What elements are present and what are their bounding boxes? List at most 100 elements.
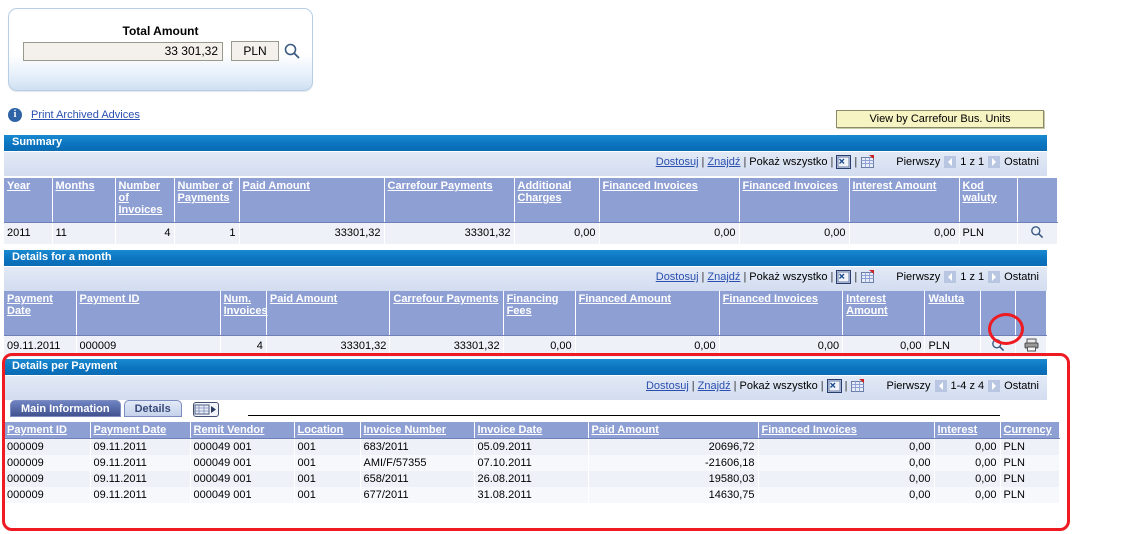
summary-col-kod-waluty[interactable]: Kod waluty — [959, 178, 1018, 223]
details-payment-tabs: Main Information Details — [10, 400, 219, 417]
details-payment-cell-paid-amount: 20696,72 — [588, 438, 759, 455]
details-month-col-waluta[interactable]: Waluta — [924, 291, 982, 336]
details-payment-cell-remit-vendor: 000049 001 — [190, 438, 295, 455]
details-payment-cell-location: 001 — [294, 487, 361, 503]
details-month-header-row: Payment Date Payment ID Num. Invoices Pa… — [4, 291, 1047, 336]
print-archived-advices-link[interactable]: Print Archived Advices — [31, 109, 140, 121]
details-payment-col-location[interactable]: Location — [294, 422, 361, 439]
details-payment-cell-currency: PLN — [1000, 438, 1060, 455]
details-payment-find-link[interactable]: Znajdź — [698, 380, 731, 392]
info-icon: i — [8, 108, 22, 122]
summary-section-header: Summary — [4, 135, 1047, 151]
next-arrow-icon[interactable] — [988, 156, 1001, 168]
details-payment-cell-invoice-number: 658/2011 — [360, 471, 475, 487]
table-row[interactable]: 000009 09.11.2011 000049 001 001 AMI/F/5… — [4, 455, 1060, 471]
summary-show-all-label[interactable]: Pokaż wszystko — [749, 156, 827, 168]
details-payment-cell-location: 001 — [294, 438, 361, 455]
details-payment-col-interest[interactable]: Interest — [934, 422, 1001, 439]
details-month-col-financed-amount[interactable]: Financed Amount — [575, 291, 720, 336]
summary-col-year[interactable]: Year — [4, 178, 53, 223]
download-spreadsheet-icon[interactable] — [860, 155, 875, 169]
details-month-find-link[interactable]: Znajdź — [707, 271, 740, 283]
total-amount-value[interactable]: 33 301,32 — [23, 41, 223, 61]
summary-find-link[interactable]: Znajdź — [707, 156, 740, 168]
next-arrow-icon[interactable] — [988, 380, 1001, 392]
view-by-carrefour-bus-units-button[interactable]: View by Carrefour Bus. Units — [836, 110, 1044, 128]
details-payment-customize-link[interactable]: Dostosuj — [646, 380, 689, 392]
details-payment-cell-currency: PLN — [1000, 471, 1060, 487]
details-payment-cell-invoice-date: 26.08.2011 — [474, 471, 589, 487]
export-to-excel-icon[interactable] — [826, 379, 842, 393]
details-month-col-payment-date[interactable]: Payment Date — [4, 291, 77, 336]
summary-customize-link[interactable]: Dostosuj — [656, 156, 699, 168]
details-payment-first-label[interactable]: Pierwszy — [886, 380, 930, 392]
summary-cell-months: 11 — [52, 222, 116, 244]
details-month-customize-link[interactable]: Dostosuj — [656, 271, 699, 283]
details-payment-col-invoice-number[interactable]: Invoice Number — [360, 422, 475, 439]
details-payment-cell-currency: PLN — [1000, 455, 1060, 471]
details-payment-toolbar: Dostosuj | Znajdź | Pokaż wszystko | | P… — [4, 376, 1047, 400]
summary-col-additional-charges[interactable]: Additional Charges — [514, 178, 600, 223]
details-month-col-detail — [980, 291, 1017, 336]
details-payment-col-financed-invoices[interactable]: Financed Invoices — [758, 422, 935, 439]
next-arrow-icon[interactable] — [988, 271, 1001, 283]
currency-value[interactable]: PLN — [231, 41, 279, 61]
export-to-excel-icon[interactable] — [836, 155, 852, 169]
summary-row-magnifier-icon[interactable] — [1017, 222, 1058, 244]
details-month-show-all-label[interactable]: Pokaż wszystko — [749, 271, 827, 283]
export-to-excel-icon[interactable] — [836, 270, 852, 284]
table-row[interactable]: 000009 09.11.2011 000049 001 001 683/201… — [4, 438, 1060, 455]
previous-arrow-icon[interactable] — [934, 380, 947, 392]
details-month-col-num-invoices[interactable]: Num. Invoices — [220, 291, 268, 336]
summary-cell-financed-invoices-2: 0,00 — [739, 222, 850, 244]
summary-col-interest-amount[interactable]: Interest Amount — [849, 178, 960, 223]
summary-col-number-of-payments[interactable]: Number of Payments — [174, 178, 240, 223]
summary-col-carrefour-payments[interactable]: Carrefour Payments — [384, 178, 515, 223]
details-month-col-interest-amount[interactable]: Interest Amount — [842, 291, 926, 336]
details-month-col-print — [1015, 291, 1047, 336]
download-spreadsheet-icon[interactable] — [860, 270, 875, 284]
summary-first-label[interactable]: Pierwszy — [896, 156, 940, 168]
previous-arrow-icon[interactable] — [944, 271, 957, 283]
details-payment-col-remit-vendor[interactable]: Remit Vendor — [190, 422, 295, 439]
details-month-col-payment-id[interactable]: Payment ID — [76, 291, 221, 336]
summary-col-number-of-invoices[interactable]: Number of Invoices — [115, 178, 175, 223]
magnifier-icon[interactable] — [283, 42, 301, 60]
details-payment-cell-payment-date: 09.11.2011 — [90, 471, 191, 487]
details-payment-cell-financed-invoices: 0,00 — [758, 487, 935, 503]
details-month-col-carrefour-payments[interactable]: Carrefour Payments — [389, 291, 504, 336]
table-row[interactable]: 000009 09.11.2011 000049 001 001 677/201… — [4, 487, 1060, 503]
summary-col-paid-amount[interactable]: Paid Amount — [239, 178, 385, 223]
tab-details[interactable]: Details — [123, 400, 182, 417]
download-spreadsheet-icon[interactable] — [850, 379, 865, 393]
details-month-col-financing-fees[interactable]: Financing Fees — [503, 291, 576, 336]
summary-col-financed-invoices-2[interactable]: Financed Invoices — [739, 178, 850, 223]
summary-last-label[interactable]: Ostatni — [1004, 156, 1039, 168]
details-month-col-paid-amount[interactable]: Paid Amount — [266, 291, 391, 336]
details-payment-col-currency[interactable]: Currency — [1000, 422, 1060, 439]
summary-col-financed-invoices-1[interactable]: Financed Invoices — [599, 178, 740, 223]
details-payment-col-invoice-date[interactable]: Invoice Date — [474, 422, 589, 439]
details-month-first-label[interactable]: Pierwszy — [896, 271, 940, 283]
details-payment-col-payment-id[interactable]: Payment ID — [4, 422, 91, 439]
details-month-row-printer-icon[interactable] — [1015, 335, 1047, 357]
details-per-payment-table: Payment ID Payment Date Remit Vendor Loc… — [4, 422, 1060, 503]
expand-grid-icon[interactable] — [192, 402, 219, 417]
details-month-row-magnifier-icon[interactable] — [980, 335, 1017, 357]
previous-arrow-icon[interactable] — [944, 156, 957, 168]
table-row[interactable]: 09.11.2011 000009 4 33301,32 33301,32 0,… — [4, 335, 1047, 357]
details-for-a-month-section-header: Details for a month — [4, 250, 1047, 266]
summary-cell-additional-charges: 0,00 — [514, 222, 600, 244]
tab-main-information[interactable]: Main Information — [10, 400, 121, 417]
details-month-col-financed-invoices[interactable]: Financed Invoices — [719, 291, 844, 336]
details-payment-show-all-label[interactable]: Pokaż wszystko — [740, 380, 818, 392]
table-row[interactable]: 2011 11 4 1 33301,32 33301,32 0,00 0,00 … — [4, 222, 1058, 244]
details-payment-cell-payment-id: 000009 — [4, 455, 91, 471]
details-payment-col-payment-date[interactable]: Payment Date — [90, 422, 191, 439]
details-payment-cell-financed-invoices: 0,00 — [758, 438, 935, 455]
summary-col-months[interactable]: Months — [52, 178, 116, 223]
details-month-last-label[interactable]: Ostatni — [1004, 271, 1039, 283]
details-payment-col-paid-amount[interactable]: Paid Amount — [588, 422, 759, 439]
table-row[interactable]: 000009 09.11.2011 000049 001 001 658/201… — [4, 471, 1060, 487]
details-payment-last-label[interactable]: Ostatni — [1004, 380, 1039, 392]
